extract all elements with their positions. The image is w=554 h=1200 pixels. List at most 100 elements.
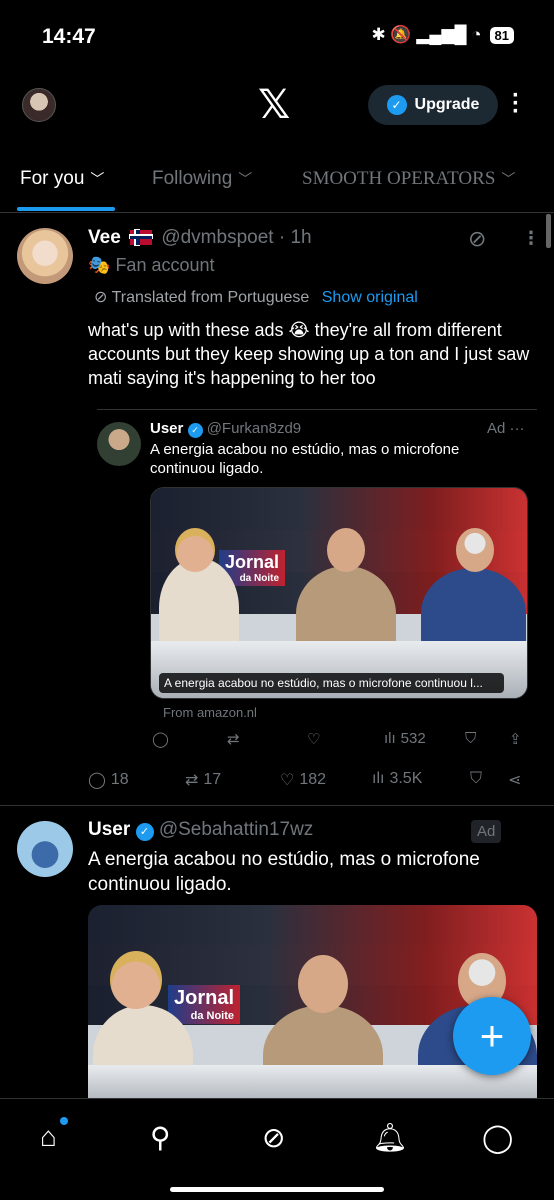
- home-indicator[interactable]: [170, 1187, 384, 1192]
- avatar[interactable]: [17, 228, 73, 284]
- verified-badge-icon: ✓: [187, 423, 203, 438]
- like-button[interactable]: ♡: [307, 730, 320, 748]
- reply-button[interactable]: ◯ 18: [88, 770, 129, 790]
- chevron-down-icon: ﹀: [90, 171, 105, 187]
- fan-account-label: 🎭 Fan account: [88, 255, 215, 276]
- action-bar: ◯ 18 ⇄ 17 ♡ 182 ılı 3.5K ⛉ ⋖: [88, 770, 533, 794]
- repost-button[interactable]: ⇄ 17: [185, 770, 221, 790]
- share-button[interactable]: ⋖: [508, 770, 521, 790]
- views-count: 532: [400, 730, 426, 747]
- battery-icon: 81: [489, 26, 514, 44]
- post-text: A energia acabou no estúdio, mas o micro…: [88, 849, 480, 895]
- post-text: A energia acabou no estúdio, mas o micro…: [150, 441, 460, 477]
- notifications-bell-icon[interactable]: 🔔︎: [372, 1121, 408, 1154]
- grok-icon[interactable]: ⊘: [468, 226, 486, 252]
- reply-button[interactable]: ◯: [152, 730, 169, 748]
- post-header: User ✓ @Furkan8zd9: [150, 420, 301, 438]
- post-header: User ✓ @Sebahattin17wz: [88, 819, 313, 841]
- bookmark-icon: ⛉: [465, 730, 477, 747]
- status-icons: ✱ 🔕 ▂▄▆█ ◔ 81: [371, 25, 514, 45]
- studio-logo-text: Jornal: [225, 552, 280, 572]
- chevron-down-icon: ﹀: [501, 171, 516, 187]
- like-button[interactable]: ♡ 182: [280, 770, 326, 790]
- translated-label: Translated from Portuguese: [111, 289, 310, 306]
- tab-smooth-operators[interactable]: SMOOTH OPERATORS ﹀: [302, 168, 515, 190]
- reply-icon: ◯: [88, 772, 106, 789]
- messages-icon[interactable]: ◯: [482, 1121, 513, 1154]
- tab-following[interactable]: Following ﹀: [152, 168, 252, 190]
- top-header: 𝕏 ✓ Upgrade · · ·: [0, 70, 554, 150]
- home-icon[interactable]: ⌂: [40, 1121, 57, 1153]
- author-name[interactable]: User: [88, 819, 130, 840]
- heart-icon: ♡: [307, 731, 321, 748]
- compose-button[interactable]: +: [453, 997, 531, 1075]
- author-handle[interactable]: @Furkan8zd9: [207, 420, 301, 437]
- author-handle[interactable]: @Sebahattin17wz: [159, 819, 314, 840]
- profile-avatar[interactable]: [22, 88, 56, 122]
- analytics-icon: ılı: [384, 730, 396, 747]
- timeline-tabs: For you ﹀ Following ﹀ SMOOTH OPERATORS ﹀: [0, 150, 554, 213]
- tab-label: SMOOTH OPERATORS: [302, 168, 496, 189]
- verified-badge-icon: ✓: [386, 95, 407, 115]
- bookmark-button[interactable]: ⛉: [470, 770, 482, 788]
- repost-count: 17: [203, 771, 222, 788]
- more-vertical-icon[interactable]: · · ·: [512, 84, 520, 124]
- author-handle[interactable]: @dvmbspoet: [161, 227, 273, 248]
- ad-text: Ad: [487, 420, 506, 437]
- post[interactable]: Vee @dvmbspoet · 1h ⊘ ⋮ 🎭 Fan account ⊘ …: [0, 214, 554, 806]
- studio-logo-subtext: da Noite: [190, 1010, 235, 1022]
- mask-icon: 🎭: [88, 255, 111, 275]
- studio-logo-text: Jornal: [174, 987, 235, 1009]
- repost-icon: ⇄: [227, 731, 240, 748]
- norway-flag-icon: [130, 230, 153, 246]
- share-button[interactable]: ⇪: [509, 730, 522, 748]
- verified-badge-icon: ✓: [135, 822, 154, 841]
- chevron-down-icon: ﹀: [238, 171, 253, 187]
- analytics-icon: ılı: [372, 770, 385, 787]
- show-original-link[interactable]: Show original: [322, 289, 418, 306]
- news-studio-image: Jornal da Noite: [151, 488, 527, 698]
- post-header: Vee @dvmbspoet · 1h: [88, 227, 312, 249]
- x-logo-icon[interactable]: 𝕏: [258, 82, 290, 128]
- avatar[interactable]: [17, 821, 73, 877]
- notification-dot: [60, 1117, 68, 1125]
- views-button[interactable]: ılı 3.5K: [372, 770, 422, 788]
- active-tab-indicator: [17, 207, 115, 211]
- ad-source[interactable]: From amazon.nl: [163, 705, 257, 720]
- translation-notice: ⊘ Translated from Portuguese Show origin…: [94, 287, 418, 307]
- plus-icon: +: [479, 1012, 505, 1059]
- media-caption: A energia acabou no estúdio, mas o micro…: [159, 673, 504, 693]
- action-bar: ◯ ⇄ ♡ ılı 532 ⛉ ⇪: [152, 730, 530, 750]
- post-text: what's up with these ads 😭 they're all f…: [88, 320, 530, 388]
- reply-count: 18: [110, 771, 129, 788]
- avatar[interactable]: [97, 422, 141, 466]
- more-vertical-icon[interactable]: ⋮: [522, 228, 540, 249]
- status-time: 14:47: [42, 25, 96, 48]
- embedded-ad-post[interactable]: User ✓ @Furkan8zd9 Ad ··· A energia acab…: [97, 409, 537, 789]
- bookmark-icon: ⛉: [470, 770, 483, 787]
- views-button[interactable]: ılı 532: [384, 730, 426, 747]
- status-bar: 14:47 ✱ 🔕 ▂▄▆█ ◔ 81: [0, 0, 554, 70]
- search-icon[interactable]: ⚲: [150, 1121, 171, 1154]
- views-count: 3.5K: [389, 770, 423, 787]
- tab-label: Following: [152, 168, 233, 189]
- translate-icon: ⊘: [94, 289, 108, 306]
- share-icon: ⋖: [508, 772, 522, 789]
- upgrade-button[interactable]: ✓ Upgrade: [368, 85, 498, 125]
- ad-label: Ad ···: [487, 420, 525, 437]
- grok-icon[interactable]: ⊘: [262, 1121, 285, 1154]
- upgrade-label: Upgrade: [414, 96, 480, 113]
- more-horizontal-icon[interactable]: ···: [510, 420, 525, 437]
- tab-for-you[interactable]: For you ﹀: [20, 168, 104, 190]
- bookmark-button[interactable]: ⛉: [465, 730, 476, 747]
- author-name[interactable]: User: [150, 420, 183, 437]
- post-media[interactable]: Jornal da Noite A energia acabou no estú…: [150, 487, 528, 699]
- reply-icon: ◯: [152, 731, 169, 748]
- ad-label: Ad: [471, 820, 502, 843]
- heart-icon: ♡: [280, 772, 295, 789]
- system-icons: ✱ 🔕 ▂▄▆█ ◔: [371, 25, 482, 44]
- post-time: · 1h: [278, 227, 312, 248]
- fan-account-text: Fan account: [115, 255, 215, 275]
- repost-button[interactable]: ⇄: [227, 730, 240, 748]
- author-name[interactable]: Vee: [88, 227, 121, 248]
